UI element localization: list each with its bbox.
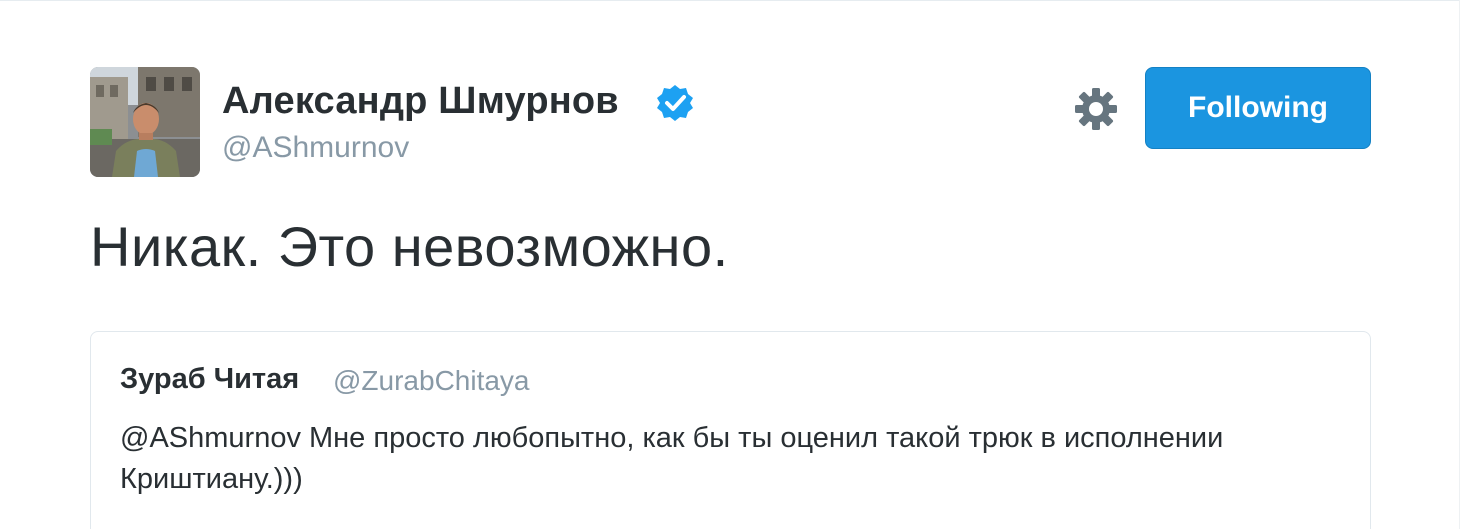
top-divider bbox=[0, 0, 1460, 1]
gear-icon[interactable] bbox=[1073, 86, 1119, 132]
following-button[interactable]: Following bbox=[1145, 67, 1371, 149]
quoted-tweet-display-name: Зураб Читая bbox=[120, 363, 300, 395]
verified-badge-icon bbox=[657, 85, 693, 121]
following-button-label: Following bbox=[1188, 91, 1328, 124]
author-display-name[interactable]: Александр Шмурнов bbox=[222, 80, 619, 123]
embedded-tweet: Александр Шмурнов @AShmurnov Following Н… bbox=[0, 0, 1460, 529]
author-avatar[interactable] bbox=[90, 67, 200, 177]
author-screen-name[interactable]: @AShmurnov bbox=[222, 131, 409, 165]
tweet-text: Никак. Это невозможно. bbox=[90, 215, 729, 278]
avatar-photo-icon bbox=[90, 67, 200, 177]
quoted-tweet-screen-name: @ZurabChitaya bbox=[333, 365, 530, 396]
quoted-tweet-text: @AShmurnov Мне просто любопытно, как бы … bbox=[120, 422, 1224, 495]
